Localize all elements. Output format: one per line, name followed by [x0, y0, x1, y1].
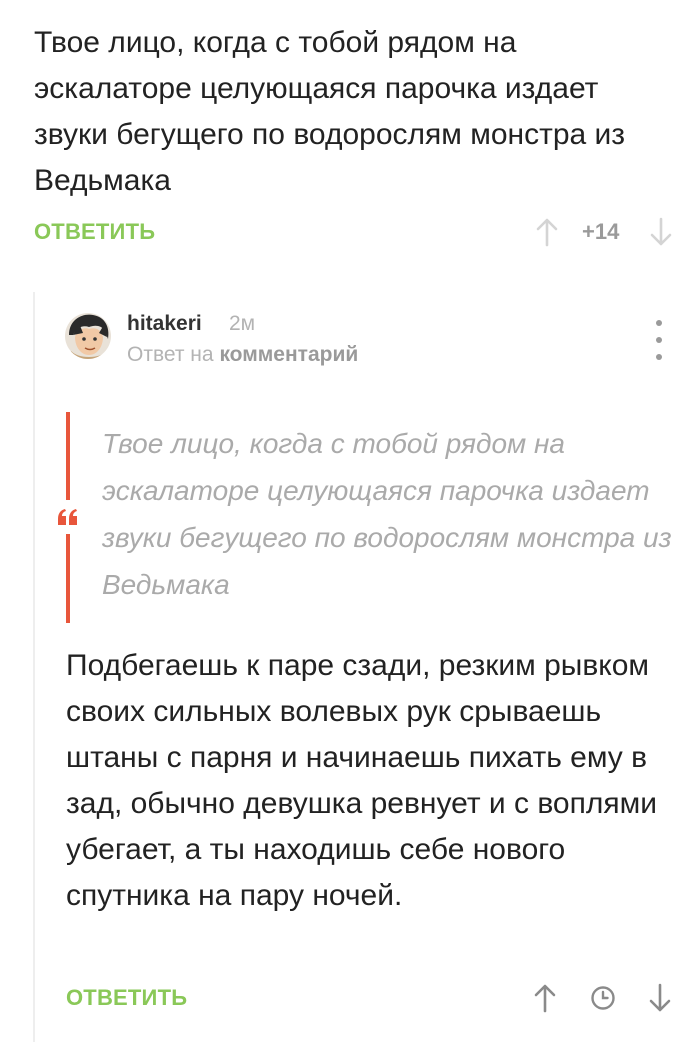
- arrow-up-icon[interactable]: [530, 978, 560, 1018]
- parent-comment-text: Твое лицо, когда с тобой рядом на эскала…: [34, 26, 626, 197]
- reply-comment-text: Подбегаешь к паре сзади, резким рывком с…: [66, 649, 657, 912]
- reply-target-link[interactable]: комментарий: [219, 343, 358, 366]
- comment-time: 2м: [229, 312, 256, 335]
- quote-icon: [54, 500, 82, 534]
- parent-comment: Твое лицо, когда с тобой рядом на эскала…: [34, 20, 674, 204]
- parent-comment-actions: ОТВЕТИТЬ +14: [34, 212, 674, 252]
- rating-value: +14: [582, 219, 620, 244]
- more-vertical-icon[interactable]: [648, 320, 670, 360]
- clock-icon: [588, 978, 618, 1018]
- reply-comment-actions: ОТВЕТИТЬ: [66, 978, 676, 1018]
- username[interactable]: hitakeri: [127, 311, 202, 337]
- reply-meta: Ответ на комментарий: [127, 342, 358, 368]
- avatar[interactable]: [65, 313, 111, 359]
- thread-line: [33, 292, 35, 1042]
- quoted-comment-text: Твое лицо, когда с тобой рядом на эскала…: [102, 428, 672, 600]
- arrow-down-icon[interactable]: [646, 212, 676, 252]
- reply-button[interactable]: ОТВЕТИТЬ: [66, 978, 187, 1018]
- arrow-up-icon[interactable]: [532, 212, 562, 252]
- parent-reply-button[interactable]: ОТВЕТИТЬ: [34, 212, 155, 252]
- arrow-down-icon[interactable]: [645, 978, 675, 1018]
- reply-prefix: Ответ на: [127, 343, 214, 366]
- comment-thread: Твое лицо, когда с тобой рядом на эскала…: [0, 0, 700, 1042]
